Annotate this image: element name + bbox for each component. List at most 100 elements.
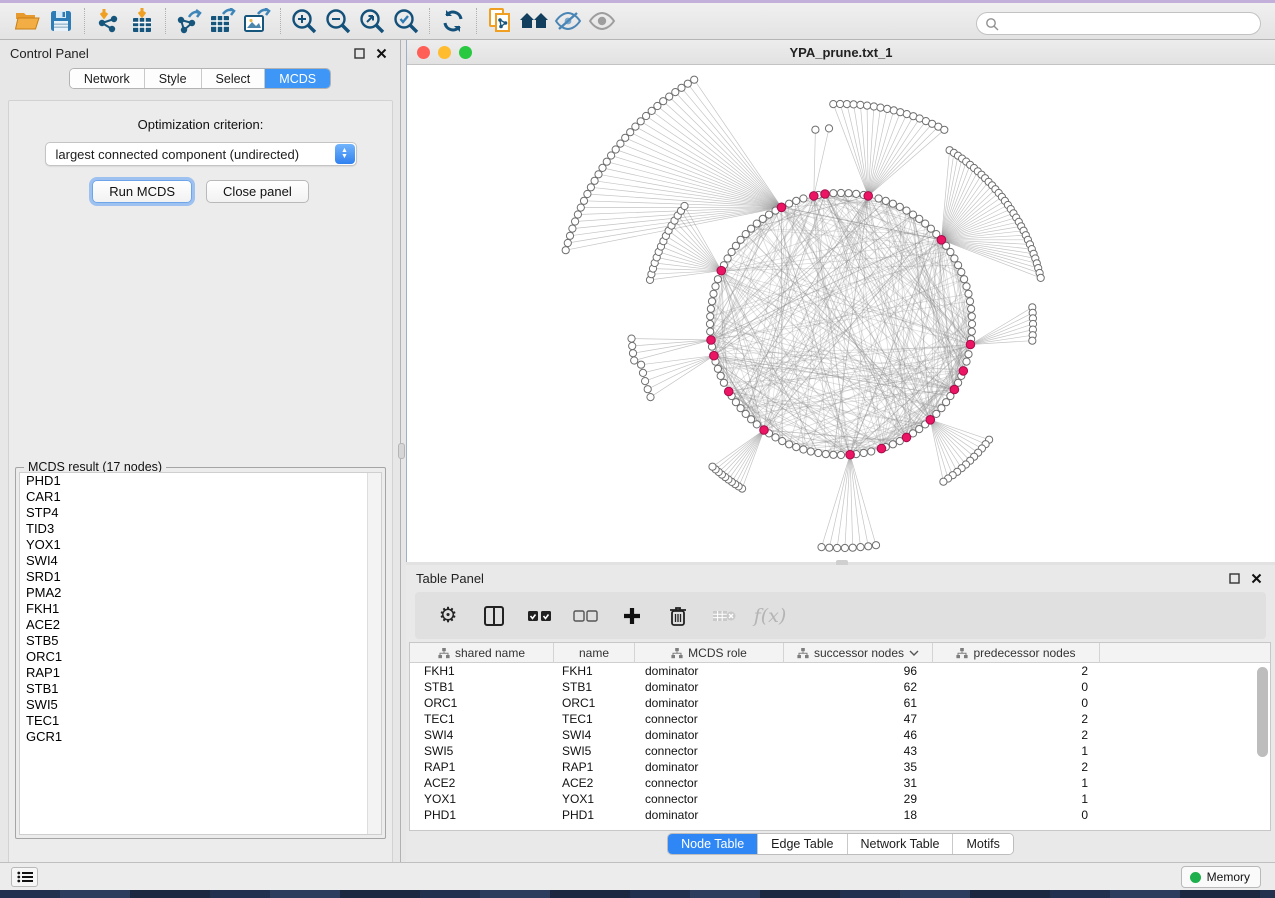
network-node[interactable] bbox=[706, 320, 713, 327]
mcds-hub-node[interactable] bbox=[846, 450, 855, 459]
cell-mcds_role[interactable]: connector bbox=[635, 711, 784, 727]
cell-name[interactable]: TEC1 bbox=[554, 711, 635, 727]
network-node[interactable] bbox=[822, 451, 829, 458]
cell-predecessor_nodes[interactable]: 1 bbox=[933, 791, 1100, 807]
network-node[interactable] bbox=[753, 220, 760, 227]
network-edge[interactable] bbox=[645, 356, 714, 381]
network-edge[interactable] bbox=[648, 356, 714, 390]
cell-predecessor_nodes[interactable]: 1 bbox=[933, 743, 1100, 759]
cell-mcds_role[interactable]: dominator bbox=[635, 727, 784, 743]
network-node[interactable] bbox=[707, 305, 714, 312]
leaf-node[interactable] bbox=[812, 126, 819, 133]
mcds-hub-node[interactable] bbox=[950, 385, 959, 394]
network-node[interactable] bbox=[933, 410, 940, 417]
network-edge[interactable] bbox=[868, 130, 944, 196]
cell-name[interactable]: FKH1 bbox=[554, 663, 635, 679]
leaf-node[interactable] bbox=[595, 171, 602, 178]
table-row[interactable]: RAP1RAP1dominator352 bbox=[410, 759, 1270, 775]
network-edge[interactable] bbox=[941, 178, 985, 240]
mcds-result-list[interactable]: PHD1CAR1STP4TID3YOX1SWI4SRD1PMA2FKH1ACE2… bbox=[19, 472, 382, 835]
network-edge[interactable] bbox=[930, 420, 966, 465]
mcds-result-item[interactable]: STP4 bbox=[20, 505, 381, 521]
network-node[interactable] bbox=[845, 190, 852, 197]
network-canvas[interactable] bbox=[407, 65, 1275, 562]
tab-select[interactable]: Select bbox=[202, 69, 266, 88]
leaf-node[interactable] bbox=[577, 204, 584, 211]
network-node[interactable] bbox=[793, 197, 800, 204]
close-panel-button[interactable]: Close panel bbox=[206, 180, 309, 203]
network-edge[interactable] bbox=[941, 165, 970, 240]
cell-name[interactable]: ORC1 bbox=[554, 695, 635, 711]
network-edge[interactable] bbox=[669, 231, 722, 271]
network-edge[interactable] bbox=[941, 205, 1008, 240]
mcds-hub-node[interactable] bbox=[717, 266, 726, 275]
column-header-successor_nodes[interactable]: successor nodes bbox=[784, 643, 933, 663]
network-edge[interactable] bbox=[868, 116, 913, 196]
cell-mcds_role[interactable]: dominator bbox=[635, 759, 784, 775]
close-panel-icon[interactable] bbox=[372, 45, 390, 61]
network-node[interactable] bbox=[807, 448, 814, 455]
network-edge[interactable] bbox=[633, 340, 711, 353]
mcds-hub-node[interactable] bbox=[710, 351, 719, 360]
table-row[interactable]: SWI4SWI4dominator462 bbox=[410, 727, 1270, 743]
network-edge[interactable] bbox=[868, 124, 932, 196]
network-edge[interactable] bbox=[941, 156, 958, 240]
network-node[interactable] bbox=[860, 449, 867, 456]
mcds-hub-node[interactable] bbox=[877, 444, 886, 453]
leaf-node[interactable] bbox=[562, 247, 569, 254]
panel-splitter-grip[interactable] bbox=[398, 443, 405, 459]
mcds-hub-node[interactable] bbox=[926, 416, 935, 425]
leaf-node[interactable] bbox=[684, 80, 691, 87]
network-edge[interactable] bbox=[847, 104, 868, 196]
network-node[interactable] bbox=[968, 313, 975, 320]
network-edge[interactable] bbox=[682, 88, 782, 208]
leaf-node[interactable] bbox=[864, 102, 871, 109]
mcds-hub-node[interactable] bbox=[777, 203, 786, 212]
mcds-result-item[interactable]: SWI4 bbox=[20, 553, 381, 569]
leaf-node[interactable] bbox=[564, 239, 571, 246]
network-edge[interactable] bbox=[837, 455, 850, 548]
network-node[interactable] bbox=[965, 290, 972, 297]
clone-network-icon[interactable] bbox=[483, 6, 517, 36]
network-edge[interactable] bbox=[970, 307, 1032, 344]
mcds-result-item[interactable]: PMA2 bbox=[20, 585, 381, 601]
search-field[interactable] bbox=[976, 12, 1261, 35]
leaf-node[interactable] bbox=[569, 225, 576, 232]
tab-mcds[interactable]: MCDS bbox=[265, 69, 330, 88]
network-edge[interactable] bbox=[941, 209, 1010, 240]
network-node[interactable] bbox=[714, 276, 721, 283]
leaf-node[interactable] bbox=[872, 542, 879, 549]
network-edge[interactable] bbox=[630, 132, 781, 207]
delete-entry-trash-icon[interactable] bbox=[665, 603, 691, 629]
cell-shared_name[interactable]: SWI4 bbox=[410, 727, 554, 743]
network-edge[interactable] bbox=[651, 271, 721, 275]
zoom-fit-icon[interactable] bbox=[355, 6, 389, 36]
select-all-icon[interactable] bbox=[527, 603, 553, 629]
mcds-result-item[interactable]: STB5 bbox=[20, 633, 381, 649]
network-node[interactable] bbox=[765, 211, 772, 218]
column-header-shared_name[interactable]: shared name bbox=[410, 643, 554, 663]
leaf-node[interactable] bbox=[638, 361, 645, 368]
save-session-icon[interactable] bbox=[44, 6, 78, 36]
leaf-node[interactable] bbox=[825, 125, 832, 132]
network-node[interactable] bbox=[830, 451, 837, 458]
leaf-node[interactable] bbox=[572, 218, 579, 225]
cell-shared_name[interactable]: SWI5 bbox=[410, 743, 554, 759]
network-edge[interactable] bbox=[641, 356, 714, 365]
cell-successor_nodes[interactable]: 46 bbox=[784, 727, 933, 743]
network-node[interactable] bbox=[963, 283, 970, 290]
network-node[interactable] bbox=[889, 200, 896, 207]
column-header-mcds_role[interactable]: MCDS role bbox=[635, 643, 784, 663]
network-node[interactable] bbox=[963, 358, 970, 365]
leaf-node[interactable] bbox=[691, 76, 698, 83]
mcds-hub-node[interactable] bbox=[959, 367, 968, 376]
network-node[interactable] bbox=[717, 372, 724, 379]
network-edge[interactable] bbox=[833, 104, 868, 196]
network-node[interactable] bbox=[837, 189, 844, 196]
leaf-node[interactable] bbox=[584, 190, 591, 197]
network-node[interactable] bbox=[714, 365, 721, 372]
leaf-node[interactable] bbox=[857, 544, 864, 551]
network-edge[interactable] bbox=[635, 127, 781, 208]
mcds-result-item[interactable]: CAR1 bbox=[20, 489, 381, 505]
leaf-node[interactable] bbox=[884, 105, 891, 112]
